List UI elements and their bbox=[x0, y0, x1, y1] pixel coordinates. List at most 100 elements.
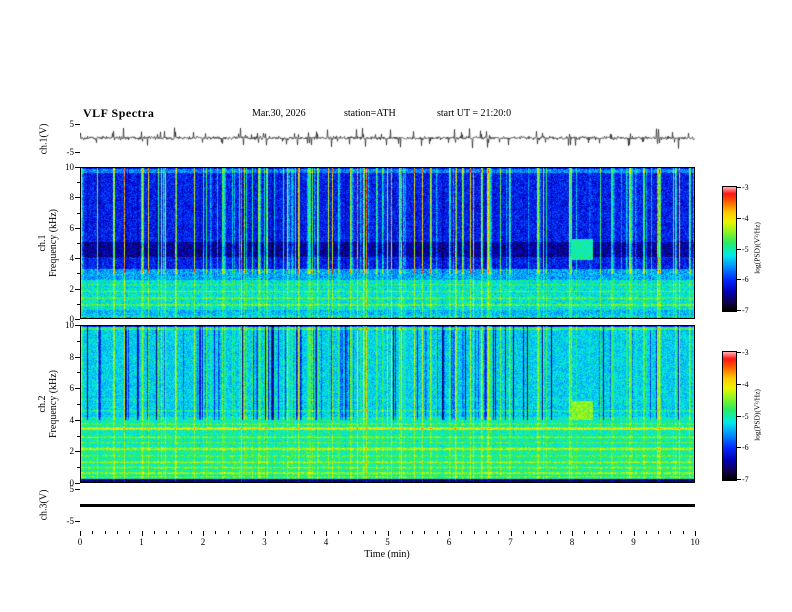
tick-mark bbox=[77, 213, 80, 214]
tick-mark bbox=[485, 531, 487, 534]
tick-mark bbox=[178, 531, 180, 534]
x-tick-label: 10 bbox=[690, 537, 700, 547]
tick-mark bbox=[104, 531, 106, 534]
tick-mark bbox=[313, 531, 315, 534]
tick-mark bbox=[510, 531, 512, 536]
tick-mark bbox=[75, 197, 80, 198]
ch3-flat-trace bbox=[80, 504, 695, 507]
colorbar-ch2 bbox=[722, 351, 737, 481]
ch1-freq-axis-label: ch.1 Frequency (kHz) bbox=[37, 209, 59, 277]
tick-mark bbox=[289, 531, 291, 534]
header-start-ut: start UT = 21:20:0 bbox=[437, 108, 512, 119]
tick-mark bbox=[473, 531, 475, 534]
tick-mark bbox=[92, 531, 94, 534]
ch2-freq-tick-label: 10 bbox=[65, 320, 74, 330]
tick-mark bbox=[77, 341, 80, 342]
colorbar-tick-label: -7 bbox=[742, 475, 749, 484]
tick-mark bbox=[77, 273, 80, 274]
tick-mark bbox=[596, 531, 598, 534]
tick-mark bbox=[682, 531, 684, 534]
tick-mark bbox=[75, 152, 80, 153]
tick-mark bbox=[461, 531, 463, 534]
x-tick-label: 4 bbox=[323, 537, 329, 547]
x-tick-label: 6 bbox=[446, 537, 452, 547]
ch2-freq-axis-label-line1: ch.2 bbox=[37, 395, 48, 413]
tick-mark bbox=[522, 531, 524, 534]
tick-mark bbox=[547, 531, 549, 534]
tick-mark bbox=[75, 319, 80, 320]
colorbar-tick-label: -6 bbox=[742, 443, 749, 452]
tick-mark bbox=[264, 531, 266, 536]
tick-mark bbox=[737, 249, 741, 250]
ch1-volt-axis-label: ch.1(V) bbox=[38, 123, 50, 155]
x-tick-label: 7 bbox=[508, 537, 513, 547]
colorbar-ch1 bbox=[722, 186, 737, 312]
tick-mark bbox=[737, 279, 741, 280]
ch3-volt-tick-label: -5 bbox=[66, 516, 75, 526]
tick-mark bbox=[535, 531, 537, 534]
tick-mark bbox=[608, 531, 610, 534]
header-station: station=ATH bbox=[344, 108, 396, 119]
tick-mark bbox=[412, 531, 414, 534]
tick-mark bbox=[77, 404, 80, 405]
x-tick-label: 8 bbox=[569, 537, 575, 547]
colorbar-tick-label: -6 bbox=[742, 275, 749, 284]
tick-mark bbox=[737, 352, 741, 353]
tick-mark bbox=[116, 531, 118, 534]
tick-mark bbox=[252, 531, 254, 534]
tick-mark bbox=[449, 531, 450, 536]
ch1-freq-axis-label-line2: Frequency (kHz) bbox=[48, 208, 59, 278]
tick-mark bbox=[75, 420, 80, 421]
ch1-spectrogram bbox=[80, 167, 695, 319]
tick-mark bbox=[75, 483, 80, 484]
tick-mark bbox=[362, 531, 364, 534]
tick-mark bbox=[153, 531, 155, 534]
ch2-spectrogram bbox=[80, 325, 695, 483]
ch3-volt-tick-label: 5 bbox=[69, 484, 75, 494]
tick-mark bbox=[77, 304, 80, 305]
ch2-freq-axis-label-line2: Frequency (kHz) bbox=[48, 369, 59, 439]
tick-mark bbox=[387, 531, 389, 536]
time-axis-label: Time (min) bbox=[364, 549, 410, 560]
tick-mark bbox=[572, 531, 573, 536]
tick-mark bbox=[424, 531, 426, 534]
tick-mark bbox=[215, 531, 217, 534]
colorbar-tick-label: -7 bbox=[742, 306, 749, 315]
ch2-freq-tick-label: 6 bbox=[69, 383, 75, 393]
tick-mark bbox=[77, 467, 80, 468]
tick-mark bbox=[239, 531, 241, 534]
ch1-freq-tick-label: 6 bbox=[69, 223, 75, 233]
tick-mark bbox=[77, 182, 80, 183]
tick-mark bbox=[737, 310, 741, 311]
ch1-freq-tick-label: 8 bbox=[69, 192, 75, 202]
tick-mark bbox=[737, 218, 741, 219]
x-tick-label: 9 bbox=[631, 537, 636, 547]
tick-mark bbox=[326, 531, 327, 536]
colorbar-tick-label: -3 bbox=[742, 183, 749, 192]
ch1-waveform-plot bbox=[80, 122, 695, 154]
tick-mark bbox=[75, 451, 80, 452]
tick-mark bbox=[75, 388, 80, 389]
tick-mark bbox=[695, 531, 696, 536]
tick-mark bbox=[75, 521, 80, 522]
tick-mark bbox=[399, 531, 401, 534]
tick-mark bbox=[75, 228, 80, 229]
x-tick-label: 2 bbox=[200, 537, 206, 547]
tick-mark bbox=[129, 531, 131, 534]
tick-mark bbox=[559, 531, 561, 534]
tick-mark bbox=[737, 384, 741, 385]
tick-mark bbox=[227, 531, 229, 534]
ch1-freq-tick-label: 4 bbox=[69, 253, 75, 263]
tick-mark bbox=[436, 531, 438, 534]
tick-mark bbox=[75, 489, 80, 490]
tick-mark bbox=[737, 187, 741, 188]
ch1-freq-axis-label-line1: ch.1 bbox=[37, 234, 48, 252]
x-tick-label: 0 bbox=[77, 537, 83, 547]
colorbar-tick-label: -3 bbox=[742, 348, 749, 357]
tick-mark bbox=[621, 531, 623, 534]
tick-mark bbox=[375, 531, 377, 534]
ch1-freq-tick-label: 10 bbox=[65, 162, 74, 172]
tick-mark bbox=[584, 531, 586, 534]
ch1-volt-tick-label: -5 bbox=[66, 147, 75, 157]
ch1-freq-tick-label: 2 bbox=[69, 284, 75, 294]
